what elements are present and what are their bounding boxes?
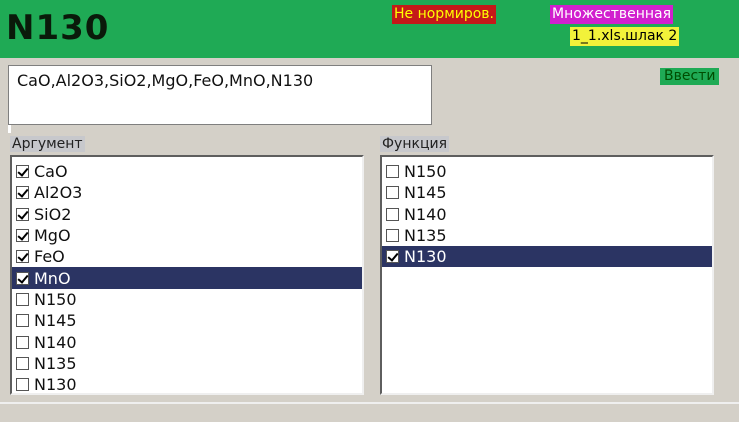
function-label: Функция	[380, 136, 449, 152]
argument-checkbox[interactable]	[16, 207, 29, 221]
argument-checkbox[interactable]	[16, 250, 29, 264]
argument-item-cao[interactable]: CaO	[12, 161, 362, 182]
page-title: N130	[6, 8, 110, 48]
function-checkbox[interactable]	[386, 186, 399, 200]
enter-button[interactable]: Ввести	[660, 68, 720, 85]
argument-item-label: FeO	[34, 247, 65, 267]
function-item-n135[interactable]: N135	[382, 225, 712, 246]
argument-item-label: N140	[34, 332, 77, 352]
argument-item-n140[interactable]: N140	[12, 331, 362, 352]
argument-listbox[interactable]: CaO Al2O3 SiO2 MgO FeO MnO N150 N145 N140 N135 N13…	[10, 155, 364, 395]
function-checkbox[interactable]	[386, 229, 399, 243]
argument-item-label: N150	[34, 289, 77, 309]
argument-item-mno[interactable]: MnO	[12, 267, 362, 289]
argument-checkbox[interactable]	[16, 356, 29, 370]
argument-item-feo[interactable]: FeO	[12, 246, 362, 267]
function-item-n140[interactable]: N140	[382, 204, 712, 225]
argument-item-n150[interactable]: N150	[12, 289, 362, 310]
formula-scroll-stub	[8, 125, 11, 133]
function-checkbox[interactable]	[386, 165, 399, 179]
function-item-label: N150	[404, 162, 447, 182]
argument-checkbox[interactable]	[16, 378, 29, 392]
file-badge: 1_1.xls.шлак 2	[570, 27, 680, 46]
bottom-divider	[0, 402, 739, 404]
argument-checkbox[interactable]	[16, 314, 29, 328]
argument-item-label: N145	[34, 311, 77, 331]
normalization-badge: Не нормиров.	[392, 5, 497, 24]
function-item-n150[interactable]: N150	[382, 161, 712, 182]
argument-item-n130[interactable]: N130	[12, 374, 362, 395]
argument-item-sio2[interactable]: SiO2	[12, 204, 362, 225]
function-listbox[interactable]: N150 N145 N140 N135 N130	[380, 155, 714, 395]
argument-item-label: N135	[34, 353, 77, 373]
argument-checkbox[interactable]	[16, 335, 29, 349]
function-item-label: N130	[404, 247, 447, 267]
function-item-label: N140	[404, 204, 447, 224]
argument-item-label: SiO2	[34, 204, 72, 224]
argument-item-label: MnO	[34, 268, 71, 288]
mode-badge: Множественная	[550, 5, 674, 24]
function-item-n130[interactable]: N130	[382, 246, 712, 268]
formula-field[interactable]: CaO,Al2O3,SiO2,MgO,FeO,MnO,N130	[8, 65, 432, 125]
argument-item-label: N130	[34, 375, 77, 395]
argument-checkbox[interactable]	[16, 292, 29, 306]
argument-item-label: CaO	[34, 162, 68, 182]
function-checkbox[interactable]	[386, 207, 399, 221]
argument-item-label: Al2O3	[34, 183, 83, 203]
argument-item-label: MgO	[34, 226, 71, 246]
argument-item-al2o3[interactable]: Al2O3	[12, 182, 362, 203]
function-item-label: N145	[404, 183, 447, 203]
argument-checkbox[interactable]	[16, 165, 29, 179]
argument-label: Аргумент	[10, 136, 85, 152]
argument-checkbox[interactable]	[16, 229, 29, 243]
argument-item-n135[interactable]: N135	[12, 353, 362, 374]
argument-checkbox[interactable]	[16, 186, 29, 200]
argument-item-mgo[interactable]: MgO	[12, 225, 362, 246]
function-checkbox[interactable]	[386, 250, 399, 264]
function-item-label: N135	[404, 226, 447, 246]
header-bar: N130 Не нормиров. Множественная 1_1.xls.…	[0, 0, 739, 58]
argument-item-n145[interactable]: N145	[12, 310, 362, 331]
function-item-n145[interactable]: N145	[382, 182, 712, 203]
argument-checkbox[interactable]	[16, 271, 29, 285]
